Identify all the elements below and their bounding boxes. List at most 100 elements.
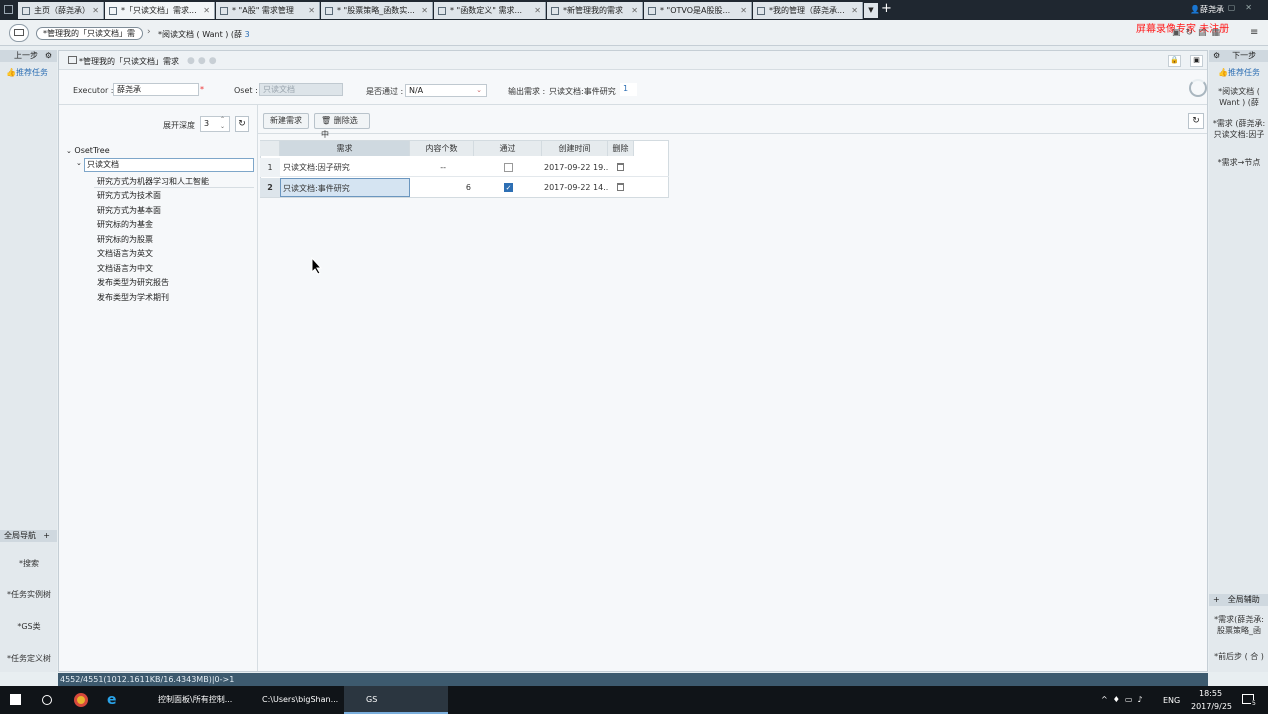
breadcrumb-item-2[interactable]: *阅读文档 ( Want ) (薛 3 <box>158 29 250 40</box>
plus-icon[interactable]: + <box>43 530 50 542</box>
tab-stock-strategy[interactable]: * "股票策略_函数实... ✕ <box>321 2 433 19</box>
cell-requirement-selected[interactable]: 只读文档:事件研究 <box>280 178 410 197</box>
nav-task-def-tree[interactable]: *任务定义树 <box>0 653 58 664</box>
monitor-icon[interactable] <box>9 24 29 42</box>
page-icon <box>551 6 559 15</box>
depth-input[interactable]: 3 <box>200 116 230 132</box>
breadcrumb-item-1[interactable]: *管理我的「只读文档」需 <box>36 27 143 40</box>
output-count[interactable]: 1 <box>620 83 637 96</box>
chevron-down-icon[interactable]: ⌄ <box>76 159 82 167</box>
window-controls[interactable]: –▢✕ <box>1214 3 1262 12</box>
refresh-tree-button[interactable]: ↻ <box>235 116 249 132</box>
trash-icon: 🗑 <box>321 116 332 125</box>
col-header-delete[interactable]: 删除 <box>608 141 634 156</box>
language-indicator[interactable]: ENG <box>1163 696 1180 705</box>
tab-bar: 主页（薛尧承） ✕ *「只读文档」需求... ✕ * "A股" 需求管理 ✕ * "股… <box>0 0 1268 20</box>
menu-icon[interactable]: ≡ <box>1250 27 1258 38</box>
nav-task-instance-tree[interactable]: *任务实例树 <box>0 589 58 600</box>
tab-a-share[interactable]: * "A股" 需求管理 ✕ <box>216 2 320 19</box>
oset-field[interactable]: 只读文档 <box>259 83 343 96</box>
gear-icon[interactable]: ⚙ <box>45 50 52 62</box>
refresh-grid-button[interactable]: ↻ <box>1188 113 1204 129</box>
stepper-arrows-icon[interactable]: ⌃ ⌄ <box>220 116 225 130</box>
right-item-requirement[interactable]: *需求 (薛尧承: 只读文档:因子 <box>1211 118 1267 140</box>
col-header-created[interactable]: 创建时间 <box>542 141 608 156</box>
grid-corner <box>260 141 280 156</box>
home-icon[interactable] <box>4 5 13 14</box>
ie-icon[interactable]: e <box>107 692 117 708</box>
global-nav-header[interactable]: 全局导航 + <box>0 530 57 542</box>
new-tab-button[interactable]: + <box>881 1 892 16</box>
pending-tasks-left[interactable]: 👍推荐任务 <box>6 67 48 78</box>
tray-icons[interactable]: ^♦▭♪ <box>1101 695 1148 704</box>
output-value[interactable]: 只读文档:事件研究 <box>549 86 616 97</box>
tab-function-def[interactable]: * "函数定义" 需求... ✕ <box>434 2 546 19</box>
clock-time[interactable]: 18:55 <box>1199 689 1222 698</box>
tree-child[interactable]: 研究方式为机器学习和人工智能 <box>97 176 209 187</box>
taskbar-gs[interactable]: GS <box>344 686 448 714</box>
new-requirement-button[interactable]: 新建需求 <box>263 113 309 129</box>
trash-icon[interactable] <box>617 183 624 191</box>
tab-otvo[interactable]: * "OTVO是A股股... ✕ <box>644 2 752 19</box>
prev-step-button[interactable]: 上一步 ⚙ <box>0 50 57 62</box>
executor-field[interactable]: 薛尧承 <box>113 83 199 96</box>
tree-child[interactable]: 研究方式为技术面 <box>97 190 161 201</box>
tree-child[interactable]: 研究方式为基本面 <box>97 205 161 216</box>
thumb-icon: 👍 <box>1218 68 1228 77</box>
grid-toolbar-divider <box>258 133 1207 134</box>
page-icon <box>22 6 30 15</box>
col-header-count[interactable]: 内容个数 <box>410 141 474 156</box>
save-icon[interactable]: ▣ <box>1190 55 1203 67</box>
trash-icon[interactable] <box>617 163 624 171</box>
close-icon[interactable]: ✕ <box>92 6 99 15</box>
tree-child[interactable]: 文档语言为中文 <box>97 263 153 274</box>
gear-icon[interactable]: ⚙ <box>1213 51 1220 60</box>
cell-requirement[interactable]: 只读文档:因子研究 <box>283 158 408 177</box>
tree-child[interactable]: 发布类型为研究报告 <box>97 277 169 288</box>
passed-checkbox[interactable] <box>504 163 513 172</box>
close-icon[interactable]: ✕ <box>851 6 858 15</box>
plus-icon[interactable]: + <box>1213 595 1220 604</box>
search-icon[interactable] <box>42 695 52 705</box>
passed-select[interactable]: N/A ⌄ <box>405 84 487 97</box>
col-header-passed[interactable]: 通过 <box>474 141 542 156</box>
passed-checkbox-checked[interactable]: ✓ <box>504 183 513 192</box>
clock-date[interactable]: 2017/9/25 <box>1191 702 1232 711</box>
tree-root[interactable]: ⌄ OsetTree <box>66 146 110 155</box>
pending-tasks-right[interactable]: 👍推荐任务 <box>1218 67 1260 78</box>
tab-list-dropdown[interactable]: ▼ <box>864 3 878 18</box>
close-icon[interactable]: ✕ <box>421 6 428 15</box>
right-item-read-doc[interactable]: *阅读文档 ( Want ) (薛 <box>1211 86 1267 108</box>
close-icon[interactable]: ✕ <box>308 6 315 15</box>
tab-readonly-doc[interactable]: *「只读文档」需求... ✕ <box>105 2 215 19</box>
tree-child[interactable]: 文档语言为英文 <box>97 248 153 259</box>
next-step-button[interactable]: ⚙ 下一步 <box>1209 50 1268 62</box>
global-help-header[interactable]: + 全局辅助 <box>1209 594 1268 606</box>
col-header-requirement[interactable]: 需求 <box>280 141 410 156</box>
taskbar-control-panel[interactable]: 控制面板\所有控制... <box>136 686 236 714</box>
right-help-item-1[interactable]: *需求(薛尧承: 股票策略_函 <box>1211 614 1267 636</box>
tree-grid-divider <box>257 105 258 671</box>
chrome-icon[interactable] <box>74 693 88 707</box>
delete-selected-button[interactable]: 🗑 删除选中 <box>314 113 370 139</box>
nav-search[interactable]: *搜索 <box>0 558 58 569</box>
nav-gs-class[interactable]: *GS类 <box>0 621 58 632</box>
lock-icon[interactable]: 🔒 <box>1168 55 1181 67</box>
tab-my-manage[interactable]: *我的管理（薛尧承... ✕ <box>753 2 863 19</box>
close-icon[interactable]: ✕ <box>203 6 210 15</box>
tab-home[interactable]: 主页（薛尧承） ✕ <box>18 2 104 19</box>
right-help-item-2[interactable]: *前后步 ( 合 ) <box>1211 651 1267 662</box>
close-icon[interactable]: ✕ <box>631 6 638 15</box>
tree-child[interactable]: 发布类型为学术期刊 <box>97 292 169 303</box>
page-icon <box>220 6 228 15</box>
right-item-req-node[interactable]: *需求→节点 <box>1211 157 1267 168</box>
tree-child[interactable]: 研究标的为基金 <box>97 219 153 230</box>
toolbar-icons[interactable]: ▣↻▤▦ <box>1172 28 1225 38</box>
tab-new-manage[interactable]: *新管理我的需求 ✕ <box>547 2 643 19</box>
taskbar-explorer[interactable]: C:\Users\bigShan... <box>240 686 340 714</box>
windows-start-icon[interactable] <box>10 694 21 705</box>
tree-child[interactable]: 研究标的为股票 <box>97 234 153 245</box>
tree-node-selected[interactable]: 只读文档 <box>84 158 254 172</box>
close-icon[interactable]: ✕ <box>534 6 541 15</box>
close-icon[interactable]: ✕ <box>740 6 747 15</box>
